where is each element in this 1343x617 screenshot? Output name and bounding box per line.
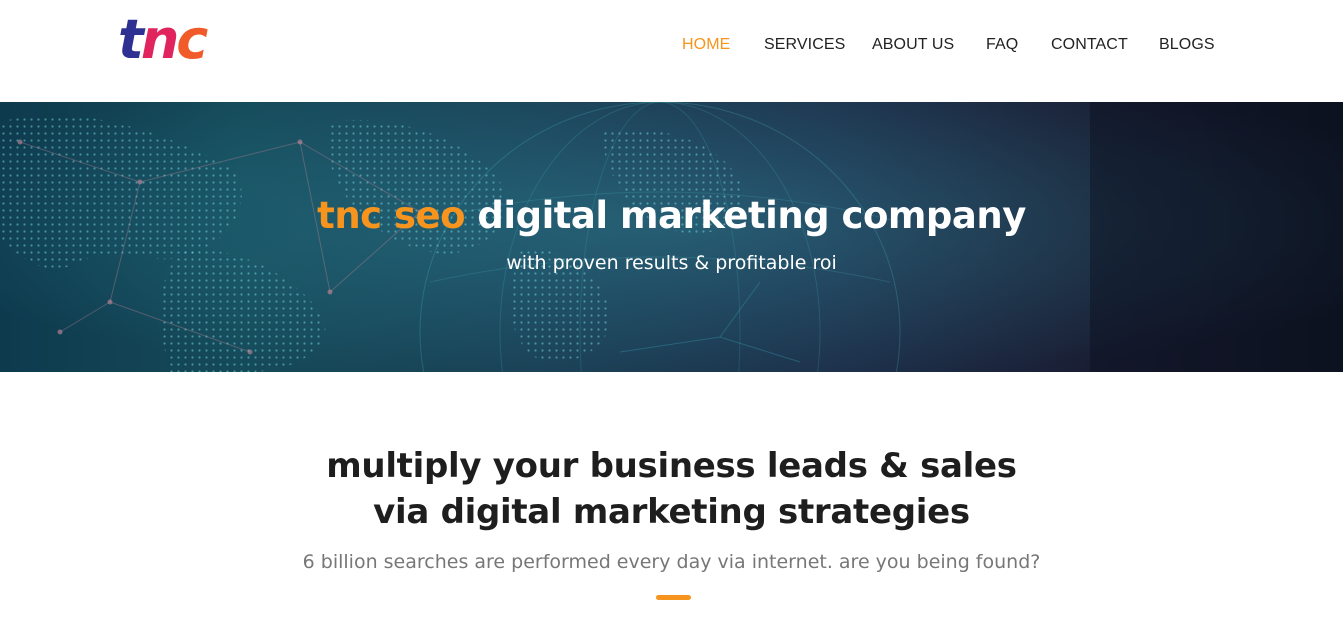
nav-item-blogs[interactable]: BLOGS (1159, 36, 1215, 54)
hero-banner: tnc seo digital marketing company with p… (0, 102, 1343, 372)
main-nav: HOME SERVICES ABOUT US FAQ CONTACT BLOGS (0, 36, 1343, 58)
world-map-background (0, 102, 1343, 372)
hero-subtitle: with proven results & profitable roi (506, 252, 837, 274)
accent-divider (656, 595, 691, 600)
section-headline: multiply your business leads & sales via… (0, 443, 1343, 535)
hero-title-rest: digital marketing company (465, 194, 1026, 237)
nav-item-faq[interactable]: FAQ (986, 36, 1018, 54)
nav-item-about-us[interactable]: ABOUT US (872, 36, 954, 54)
nav-item-contact[interactable]: CONTACT (1051, 36, 1128, 54)
nav-item-home[interactable]: HOME (682, 36, 730, 54)
hero-title-accent: tnc seo (317, 194, 466, 237)
headline-line-2: via digital marketing strategies (373, 492, 970, 532)
site-header: tnc HOME SERVICES ABOUT US FAQ CONTACT B… (0, 0, 1343, 102)
section-tagline: 6 billion searches are performed every d… (302, 551, 1041, 573)
nav-item-services[interactable]: SERVICES (764, 36, 845, 54)
hero-title: tnc seo digital marketing company (0, 194, 1343, 237)
headline-line-1: multiply your business leads & sales (326, 446, 1017, 486)
